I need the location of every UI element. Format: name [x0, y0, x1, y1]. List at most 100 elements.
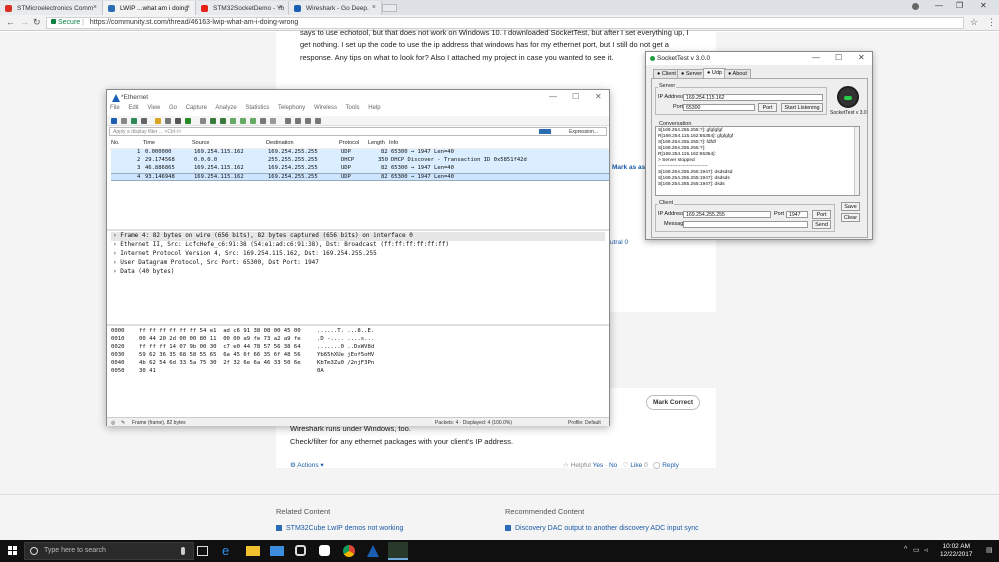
zoom-out-icon[interactable]: [295, 118, 301, 124]
packet-row[interactable]: 3 46.886865 169.254.115.162 169.254.255.…: [111, 165, 609, 173]
pane-splitter[interactable]: [107, 324, 609, 326]
new-tab-button[interactable]: [382, 4, 397, 12]
capture-comment-icon[interactable]: ✎: [121, 420, 125, 426]
related-link[interactable]: STM32Cube LwIP demos not working: [276, 525, 403, 532]
detail-row-udp[interactable]: › User Datagram Protocol, Src Port: 6530…: [111, 259, 605, 268]
pane-splitter[interactable]: [107, 229, 609, 231]
browser-tab-lwip-thread[interactable]: LWIP ...what am i doing ×: [103, 1, 196, 15]
detail-row-data[interactable]: › Data (40 bytes): [111, 268, 605, 277]
start-listening-button[interactable]: Start Listening: [781, 103, 823, 112]
close-icon[interactable]: ✕: [595, 92, 602, 101]
back-icon[interactable]: ←: [6, 17, 15, 27]
status-profile[interactable]: Profile: Default: [568, 420, 601, 426]
windows-start-icon[interactable]: [8, 546, 18, 556]
go-last-icon[interactable]: [250, 118, 256, 124]
save-file-icon[interactable]: [165, 118, 171, 124]
detail-row-ip[interactable]: › Internet Protocol Version 4, Src: 169.…: [111, 250, 605, 259]
conversation-log[interactable]: S[169.254.255.255:?]: gfgfgfgf R[169.254…: [655, 126, 860, 196]
unity-icon[interactable]: [319, 545, 330, 556]
col-source[interactable]: Source: [192, 140, 209, 146]
col-destination[interactable]: Destination: [266, 140, 294, 146]
forward-icon[interactable]: →: [20, 17, 29, 27]
reload-icon[interactable]: ↻: [33, 17, 41, 28]
menu-analyze[interactable]: Analyze: [215, 105, 236, 111]
tab-client[interactable]: ● Client: [653, 69, 680, 78]
maximize-icon[interactable]: ☐: [835, 53, 842, 62]
conversation-scrollbar[interactable]: [854, 127, 859, 195]
browser-tab-st-community[interactable]: STMicroelectronics Comm ×: [0, 1, 103, 15]
maximize-icon[interactable]: ☐: [572, 92, 579, 101]
server-ip-field[interactable]: 169.254.115.162: [683, 94, 823, 101]
sockettest-taskbar-icon[interactable]: [388, 542, 408, 560]
system-clock[interactable]: 10:02 AM 12/22/2017: [940, 543, 973, 559]
close-tab-icon[interactable]: ×: [372, 4, 376, 11]
show-hidden-icons-icon[interactable]: ^: [904, 546, 907, 553]
mark-correct-button[interactable]: Mark Correct: [646, 395, 700, 410]
packet-row[interactable]: 2 29.174568 0.0.0.0 255.255.255.255 DHCP…: [111, 157, 609, 165]
menu-go[interactable]: Go: [169, 105, 177, 111]
restart-capture-icon[interactable]: [131, 118, 137, 124]
close-icon[interactable]: ✕: [858, 53, 865, 62]
browser-tab-wireshark[interactable]: Wireshark - Go Deep. ×: [289, 1, 382, 15]
recommended-link[interactable]: Discovery DAC output to another discover…: [505, 525, 699, 532]
client-port-button[interactable]: Port: [812, 210, 831, 219]
hex-ascii[interactable]: 0A: [317, 368, 324, 374]
hex-ascii[interactable]: .......0 ..DxWV8d: [317, 344, 374, 350]
tab-about[interactable]: ● About: [724, 69, 751, 78]
zoom-in-icon[interactable]: [285, 118, 291, 124]
detail-row-ethernet[interactable]: › Ethernet II, Src: LcfcHefe_c6:91:38 (5…: [111, 241, 605, 250]
menu-wireless[interactable]: Wireless: [314, 105, 337, 111]
menu-view[interactable]: View: [147, 105, 160, 111]
zoom-normal-icon[interactable]: [305, 118, 311, 124]
minimize-icon[interactable]: —: [812, 53, 820, 62]
reload-file-icon[interactable]: [185, 118, 191, 124]
options-gear-icon[interactable]: [141, 118, 147, 124]
chrome-icon[interactable]: [343, 545, 355, 557]
hex-ascii[interactable]: Yb65hXUe jEof5oHV: [317, 352, 374, 358]
col-info[interactable]: Info: [389, 140, 398, 146]
send-button[interactable]: Send: [812, 220, 831, 229]
volume-icon[interactable]: ◃: [924, 546, 928, 554]
client-port-field[interactable]: 1947: [786, 211, 808, 218]
col-no[interactable]: No.: [111, 140, 120, 146]
helpful-yes-link[interactable]: Yes: [593, 462, 604, 469]
go-back-icon[interactable]: [210, 118, 216, 124]
chrome-menu-icon[interactable]: ⋮: [987, 17, 996, 28]
save-button[interactable]: Save: [841, 202, 860, 211]
hex-bytes[interactable]: ff ff ff ff ff ff 54 e1 ad c6 91 38 08 0…: [139, 328, 301, 334]
hex-bytes[interactable]: 30 41: [139, 368, 156, 374]
expert-info-icon[interactable]: ◎: [111, 420, 115, 426]
open-file-icon[interactable]: [155, 118, 161, 124]
go-to-packet-icon[interactable]: [230, 118, 236, 124]
client-ip-field[interactable]: 169.254.255.255: [683, 211, 771, 218]
minimize-icon[interactable]: —: [935, 1, 943, 10]
file-explorer-icon[interactable]: [246, 546, 260, 556]
menu-file[interactable]: File: [110, 105, 120, 111]
hex-ascii[interactable]: .D -.... ....s...: [317, 336, 374, 342]
minimize-icon[interactable]: —: [549, 92, 557, 101]
store-icon[interactable]: [270, 546, 284, 556]
browser-tab-youtube[interactable]: STM32SocketDemo - Yo ×: [196, 1, 289, 15]
close-tab-icon[interactable]: ×: [186, 4, 190, 11]
col-length[interactable]: Length: [368, 140, 385, 146]
packet-row[interactable]: 1 0.000000 169.254.115.162 169.254.255.2…: [111, 149, 609, 157]
message-field[interactable]: [683, 221, 808, 228]
helpful-no-link[interactable]: No: [609, 462, 617, 469]
hex-ascii[interactable]: KbTm3Zu0 /2njF3Pn: [317, 360, 374, 366]
go-forward-icon[interactable]: [220, 118, 226, 124]
notifications-icon[interactable]: ▤: [986, 546, 993, 554]
server-port-field[interactable]: 65300: [683, 104, 755, 111]
close-tab-icon[interactable]: ×: [279, 4, 283, 11]
detail-row-frame[interactable]: › Frame 4: 82 bytes on wire (656 bits), …: [111, 232, 605, 241]
menu-telephony[interactable]: Telephony: [278, 105, 305, 111]
menu-capture[interactable]: Capture: [186, 105, 207, 111]
stop-capture-icon[interactable]: [121, 118, 127, 124]
network-icon[interactable]: ▭: [913, 546, 920, 554]
menu-statistics[interactable]: Statistics: [245, 105, 269, 111]
menu-edit[interactable]: Edit: [128, 105, 138, 111]
hex-bytes[interactable]: ff ff ff 14 07 9b 00 30 c7 e0 44 78 57 5…: [139, 344, 301, 350]
hex-bytes[interactable]: 00 44 20 2d 00 00 80 11 00 00 a9 fe 73 a…: [139, 336, 301, 342]
like-link[interactable]: Like: [630, 462, 642, 469]
menu-tools[interactable]: Tools: [346, 105, 360, 111]
close-file-icon[interactable]: [175, 118, 181, 124]
